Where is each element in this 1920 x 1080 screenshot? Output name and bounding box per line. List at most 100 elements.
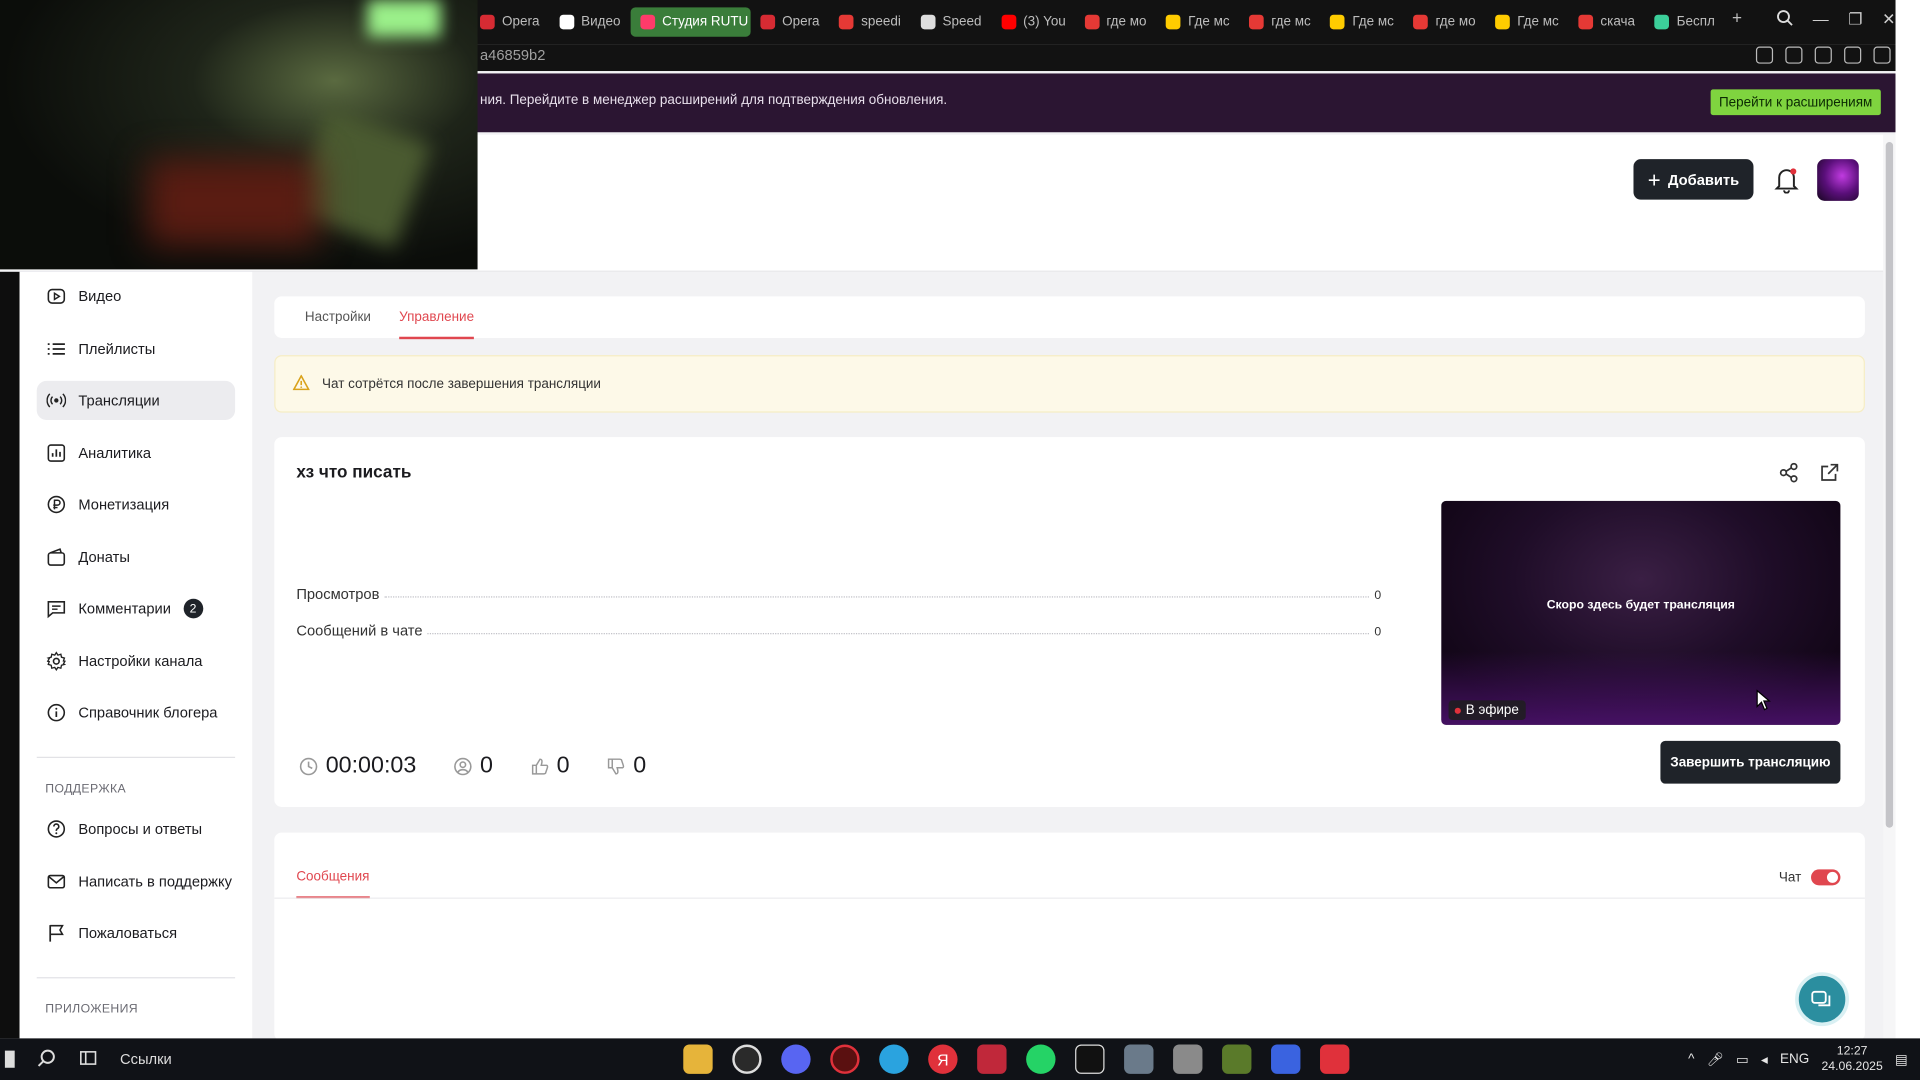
apps-heading: ПРИЛОЖЕНИЯ <box>45 1002 139 1017</box>
browser-tab[interactable]: speedi <box>829 7 910 36</box>
sidebar-item-label: Трансляции <box>78 391 160 409</box>
chat-toggle-label: Чат <box>1778 870 1802 885</box>
extension-icon[interactable] <box>1755 46 1774 64</box>
camera-app-icon[interactable] <box>977 1044 1007 1074</box>
messages-card: Сообщения Чат <box>274 832 1865 1041</box>
notification-icon[interactable]: ▤ <box>1895 1051 1908 1067</box>
task-view-icon[interactable] <box>78 1048 98 1071</box>
browser-tab[interactable]: Opera <box>470 7 549 36</box>
chat-warning: Чат сотрётся после завершения трансляции <box>274 355 1865 413</box>
sidebar-item-analytics[interactable]: Аналитика <box>37 433 235 472</box>
browser-tab[interactable]: (3) You <box>991 7 1074 36</box>
end-stream-button[interactable]: Завершить трансляцию <box>1660 740 1841 784</box>
sidebar-item-gear[interactable]: Настройки канала <box>37 641 235 680</box>
chat-switch[interactable] <box>1811 869 1841 886</box>
search-icon[interactable] <box>1777 10 1794 30</box>
browser-tab[interactable]: где мо <box>1075 7 1157 36</box>
browser-tab[interactable]: Opera <box>750 7 829 36</box>
browser-tab[interactable]: Студия RUTU <box>630 7 751 37</box>
yandex-icon[interactable]: Я <box>928 1044 958 1074</box>
stream-preview[interactable]: Скоро здесь будет трансляция В эфире <box>1441 500 1841 725</box>
tab-favicon-icon <box>839 14 854 30</box>
sidebar-item-ruble[interactable]: Монетизация <box>37 485 235 524</box>
browser-tab[interactable]: Speed <box>911 7 992 36</box>
epic-games-icon[interactable] <box>1075 1044 1105 1074</box>
sidebar-item-list[interactable]: Плейлисты <box>37 329 235 368</box>
browser-tab-label: Видео <box>581 14 621 30</box>
sidebar-item-comment[interactable]: Комментарии 2 <box>37 589 235 628</box>
new-tab-button[interactable]: + <box>1725 7 1750 36</box>
download-icon[interactable] <box>1844 46 1862 64</box>
browser-tab[interactable]: Где мс <box>1485 7 1568 36</box>
opera-icon[interactable] <box>830 1044 860 1074</box>
browser-tab[interactable]: Где мс <box>1156 7 1239 36</box>
add-button-label: Добавить <box>1667 170 1740 188</box>
tab-settings[interactable]: Настройки <box>305 310 371 325</box>
profile-icon[interactable] <box>1814 46 1832 64</box>
support-chat-button[interactable] <box>1795 972 1849 1027</box>
file-explorer-icon[interactable] <box>683 1044 713 1074</box>
stat-chat-label: Сообщений в чате <box>296 622 423 640</box>
minimize-icon[interactable]: — <box>1813 10 1829 30</box>
webcam-overlay <box>0 0 478 270</box>
maximize-icon[interactable]: ❐ <box>1848 10 1862 30</box>
search-icon[interactable] <box>37 1048 57 1071</box>
sidebar-item-mail[interactable]: Написать в поддержку <box>37 861 235 900</box>
stream-title: хз что писать <box>296 461 412 482</box>
go-to-extensions-button[interactable]: Перейти к расширениям <box>1710 89 1881 116</box>
browser-tab[interactable]: Видео <box>549 7 630 36</box>
sidebar-item-broadcast[interactable]: Трансляции <box>36 380 236 421</box>
clock[interactable]: 12:27 24.06.2025 <box>1821 1043 1882 1075</box>
close-icon[interactable]: ✕ <box>1882 10 1895 30</box>
tab-messages[interactable]: Сообщения <box>296 869 369 899</box>
app-icon[interactable] <box>1320 1044 1350 1074</box>
volume-icon[interactable]: ◂ <box>1761 1051 1768 1067</box>
info-icon <box>47 703 67 723</box>
minecraft-icon[interactable] <box>1222 1044 1252 1074</box>
network-icon[interactable]: ▭ <box>1736 1051 1749 1067</box>
sidebar-item-flag[interactable]: Пожаловаться <box>37 913 235 952</box>
app-icon[interactable] <box>1173 1044 1203 1074</box>
lang-indicator[interactable]: ENG <box>1780 1052 1809 1067</box>
microphone-icon[interactable]: 🎤︎ <box>1707 1051 1724 1067</box>
browser-tab[interactable]: где мо <box>1404 7 1486 36</box>
sidebar-item-label: Написать в поддержку <box>78 872 232 890</box>
sidebar: Видео Плейлисты Трансляции Аналитика Монетиз… <box>19 271 253 1039</box>
obs-icon[interactable] <box>732 1044 762 1074</box>
external-link-icon[interactable] <box>1818 462 1840 484</box>
sidebar-item-video[interactable]: Видео <box>37 277 235 316</box>
app-icon[interactable] <box>1124 1044 1154 1074</box>
whatsapp-icon[interactable] <box>1026 1044 1056 1074</box>
sidebar-item-info[interactable]: Справочник блогера <box>37 693 235 732</box>
sidebar-item-question[interactable]: Вопросы и ответы <box>37 809 235 848</box>
tab-favicon-icon <box>1166 14 1181 30</box>
browser-tab[interactable]: Где мс <box>1321 7 1404 36</box>
flag-icon <box>47 923 67 943</box>
metric-viewers: 0 <box>453 753 493 780</box>
taskbar-links-label[interactable]: Ссылки <box>120 1051 172 1068</box>
cube-icon[interactable] <box>1785 46 1803 64</box>
start-icon[interactable] <box>4 1050 15 1068</box>
sidebar-item-label: Справочник блогера <box>78 704 218 722</box>
page-scrollbar[interactable] <box>1883 134 1896 1039</box>
viewers-value: 0 <box>479 753 493 779</box>
browser-tab[interactable]: скача <box>1569 7 1645 36</box>
discord-icon[interactable] <box>781 1044 811 1074</box>
add-button[interactable]: + Добавить <box>1633 159 1754 200</box>
browser-tab[interactable]: Беспл <box>1645 7 1725 36</box>
tab-management[interactable]: Управление <box>399 310 475 340</box>
chat-toggle[interactable]: Чат <box>1778 869 1841 886</box>
address-url[interactable]: a46859b2 <box>480 47 545 64</box>
avatar[interactable] <box>1817 159 1859 201</box>
browser-tab[interactable]: где мс <box>1239 7 1320 36</box>
warning-icon <box>292 374 310 397</box>
stat-chat-messages: Сообщений в чате 0 <box>296 620 1381 640</box>
notification-bell-icon[interactable] <box>1774 167 1799 194</box>
share-icon[interactable] <box>1778 462 1800 484</box>
chevron-up-icon[interactable]: ^ <box>1688 1052 1694 1067</box>
telegram-icon[interactable] <box>879 1044 909 1074</box>
sidebar-item-wallet[interactable]: Донаты <box>37 537 235 576</box>
browser-tab-label: где мо <box>1435 14 1476 30</box>
menu-icon[interactable] <box>1873 46 1891 64</box>
app-icon[interactable] <box>1271 1044 1301 1074</box>
